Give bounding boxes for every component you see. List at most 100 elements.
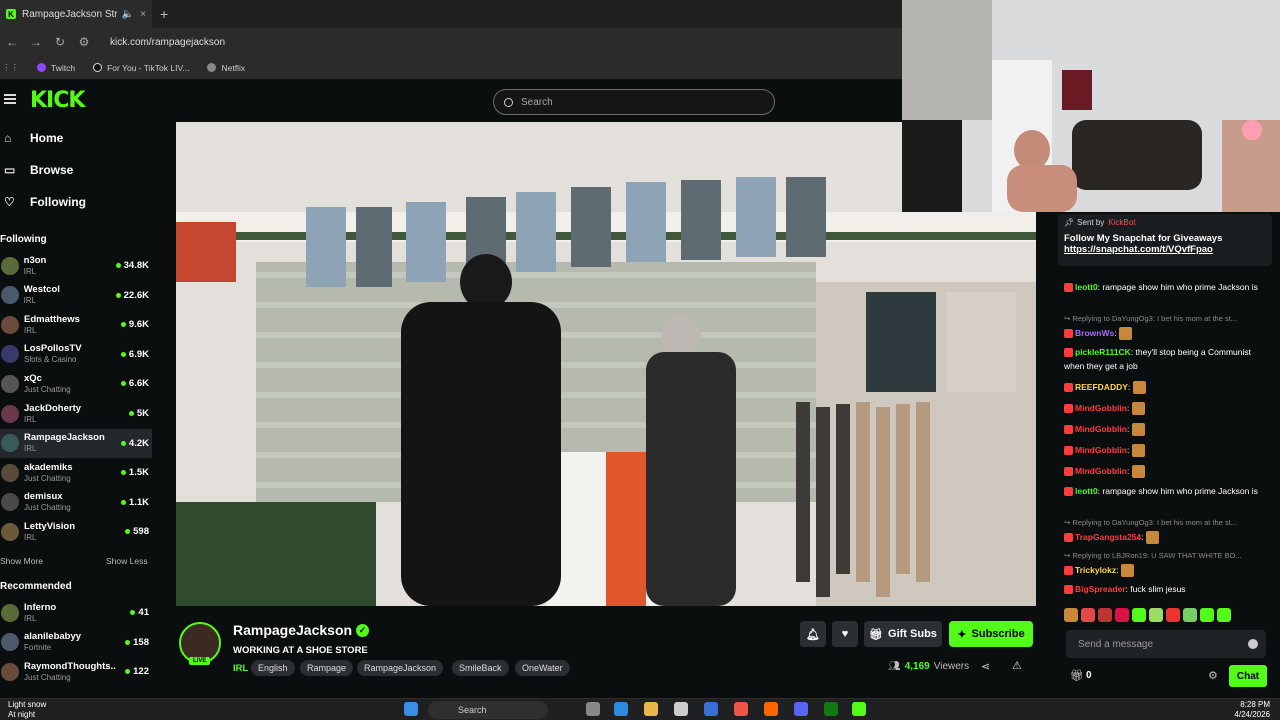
channel-info: alanilebabyy Fortnite xyxy=(24,631,125,653)
xbox-icon[interactable] xyxy=(824,702,838,716)
chat-send-button[interactable]: Chat xyxy=(1229,665,1267,687)
search-input[interactable]: Search xyxy=(493,89,775,115)
bookmark-twitch[interactable]: Twitch xyxy=(37,63,75,73)
chat-username[interactable]: MindGobblin xyxy=(1075,466,1127,476)
reload-icon[interactable]: ↻ xyxy=(48,35,72,49)
emote-icon[interactable] xyxy=(1081,608,1095,622)
show-more-button[interactable]: Show More xyxy=(0,556,43,566)
chat-username[interactable]: BrownWs xyxy=(1075,328,1114,338)
channel-row[interactable]: RaymondThoughts... Just Chatting 122 xyxy=(0,657,152,686)
chat-username[interactable]: leott0 xyxy=(1075,486,1098,496)
firefox-icon[interactable] xyxy=(764,702,778,716)
hamburger-menu-icon[interactable] xyxy=(4,94,16,104)
chat-username[interactable]: TrapGangsta254 xyxy=(1075,532,1141,542)
task-view-icon[interactable] xyxy=(586,702,600,716)
emote-icon[interactable] xyxy=(1098,608,1112,622)
url-field[interactable]: kick.com/rampagejackson xyxy=(110,37,225,48)
bookmark-netflix[interactable]: Netflix xyxy=(207,63,245,73)
browser-tab[interactable]: K RampageJackson Stream - 🔈 × xyxy=(0,0,152,28)
channel-row[interactable]: akademiks Just Chatting 1.5K xyxy=(0,458,152,487)
show-less-button[interactable]: Show Less xyxy=(106,556,148,566)
bell-icon: 🔔︎ xyxy=(806,628,820,641)
channel-row[interactable]: Inferno IRL 41 xyxy=(0,598,152,627)
bookmark-tiktok[interactable]: For You - TikTok LIV... xyxy=(93,63,189,73)
emote-icon[interactable] xyxy=(1200,608,1214,622)
channel-row[interactable]: n3on IRL 34.8K xyxy=(0,251,152,280)
store-icon[interactable] xyxy=(674,702,688,716)
kick-logo[interactable]: KICK xyxy=(30,88,85,113)
weather-widget[interactable]: Light snow At night xyxy=(8,700,46,720)
edge-icon[interactable] xyxy=(614,702,628,716)
discord-icon[interactable] xyxy=(794,702,808,716)
channel-row[interactable]: RampageJackson IRL 4.2K xyxy=(0,428,152,458)
viewer-count-text: 6.6K xyxy=(128,378,149,390)
points-icon[interactable]: 🎁︎ xyxy=(1070,669,1084,682)
chat-username[interactable]: REEFDADDY xyxy=(1075,382,1128,392)
channel-row[interactable]: xQc Just Chatting 6.6K xyxy=(0,369,152,398)
emote-icon[interactable] xyxy=(1132,608,1146,622)
streamer-name[interactable]: RampageJackson xyxy=(233,622,352,638)
nav-following[interactable]: ♡ Following xyxy=(4,195,86,209)
channel-row[interactable]: demisux Just Chatting 1.1K xyxy=(0,488,152,517)
chat-username[interactable]: pickleR111CK xyxy=(1075,347,1131,357)
badge-icon xyxy=(1064,283,1073,293)
notification-bell-button[interactable]: 🔔︎ xyxy=(800,621,826,647)
clock[interactable]: 8:28 PM 4/24/2026 xyxy=(1222,700,1270,720)
emote-quick-bar xyxy=(1064,608,1274,624)
kick-app-icon[interactable] xyxy=(852,702,866,716)
channel-row[interactable]: LosPollosTV Slots & Casino 6.9K xyxy=(0,340,152,369)
report-icon[interactable]: ⚠ xyxy=(1012,659,1022,672)
tab-close-icon[interactable]: × xyxy=(140,9,146,20)
chat-settings-icon[interactable]: ⚙ xyxy=(1208,669,1218,682)
chat-username[interactable]: BigSpreader xyxy=(1075,584,1126,594)
start-menu-icon[interactable] xyxy=(404,702,418,716)
new-tab-button[interactable]: + xyxy=(160,6,168,22)
tag-smileback[interactable]: SmileBack xyxy=(452,660,509,676)
channel-info: akademiks Just Chatting xyxy=(24,462,121,484)
chat-message-input[interactable]: Send a message xyxy=(1066,630,1266,658)
chat-username[interactable]: MindGobblin xyxy=(1075,403,1127,413)
emote-icon[interactable] xyxy=(1183,608,1197,622)
nav-home[interactable]: ⌂ Home xyxy=(4,131,63,145)
chat-username[interactable]: MindGobblin xyxy=(1075,424,1127,434)
forward-icon[interactable]: → xyxy=(24,35,48,49)
channel-avatar xyxy=(1,463,19,482)
channel-row[interactable]: alanilebabyy Fortnite 158 xyxy=(0,628,152,657)
tag-rampagejackson[interactable]: RampageJackson xyxy=(357,660,444,676)
mail-icon[interactable] xyxy=(704,702,718,716)
channel-row[interactable]: Westcol IRL 22.6K xyxy=(0,281,152,310)
channel-row[interactable]: JackDoherty IRL 5K xyxy=(0,399,152,428)
subscribe-button[interactable]: ✦ Subscribe xyxy=(949,621,1033,647)
nav-browse[interactable]: ▭ Browse xyxy=(4,163,73,177)
tag-english[interactable]: English xyxy=(251,660,295,676)
chat-username[interactable]: MindGobblin xyxy=(1075,445,1127,455)
chat-username[interactable]: leott0 xyxy=(1075,282,1098,292)
tag-rampage[interactable]: Rampage xyxy=(300,660,354,676)
emote-icon[interactable] xyxy=(1064,608,1078,622)
emote-icon[interactable] xyxy=(1149,608,1163,622)
share-icon[interactable]: ⋖ xyxy=(981,660,990,673)
emoji-picker-icon[interactable] xyxy=(1248,639,1258,649)
emote-icon[interactable] xyxy=(1166,608,1180,622)
category-link[interactable]: IRL xyxy=(233,663,248,674)
taskbar-search[interactable]: Search xyxy=(428,701,548,719)
channel-row[interactable]: Edmatthews IRL 9.6K xyxy=(0,310,152,339)
channel-row[interactable]: LettyVision IRL 598 xyxy=(0,517,152,546)
channel-name: RampageJackson xyxy=(24,432,105,444)
follow-heart-button[interactable]: ♥ xyxy=(832,621,858,647)
emote-icon[interactable] xyxy=(1217,608,1231,622)
pinned-link[interactable]: https://snapchat.com/t/VQvfFpao xyxy=(1064,244,1266,255)
back-icon[interactable]: ← xyxy=(0,35,24,49)
tag-onewater[interactable]: OneWater xyxy=(515,660,570,676)
chrome-icon[interactable] xyxy=(734,702,748,716)
chat-username[interactable]: Trickylokz xyxy=(1075,565,1116,575)
chat-text: rampage show him who prime Jackson is xyxy=(1102,282,1258,292)
recommended-heading: Recommended xyxy=(0,581,72,592)
site-info-icon[interactable]: ⚙ xyxy=(72,35,96,49)
file-explorer-icon[interactable] xyxy=(644,702,658,716)
emote-icon[interactable] xyxy=(1115,608,1129,622)
viewer-number: 4,169 xyxy=(904,661,930,672)
mute-icon[interactable]: 🔈 xyxy=(122,9,134,20)
apps-icon[interactable]: ⋮⋮ xyxy=(2,62,19,73)
gift-subs-button[interactable]: 🎁︎ Gift Subs xyxy=(864,621,942,647)
